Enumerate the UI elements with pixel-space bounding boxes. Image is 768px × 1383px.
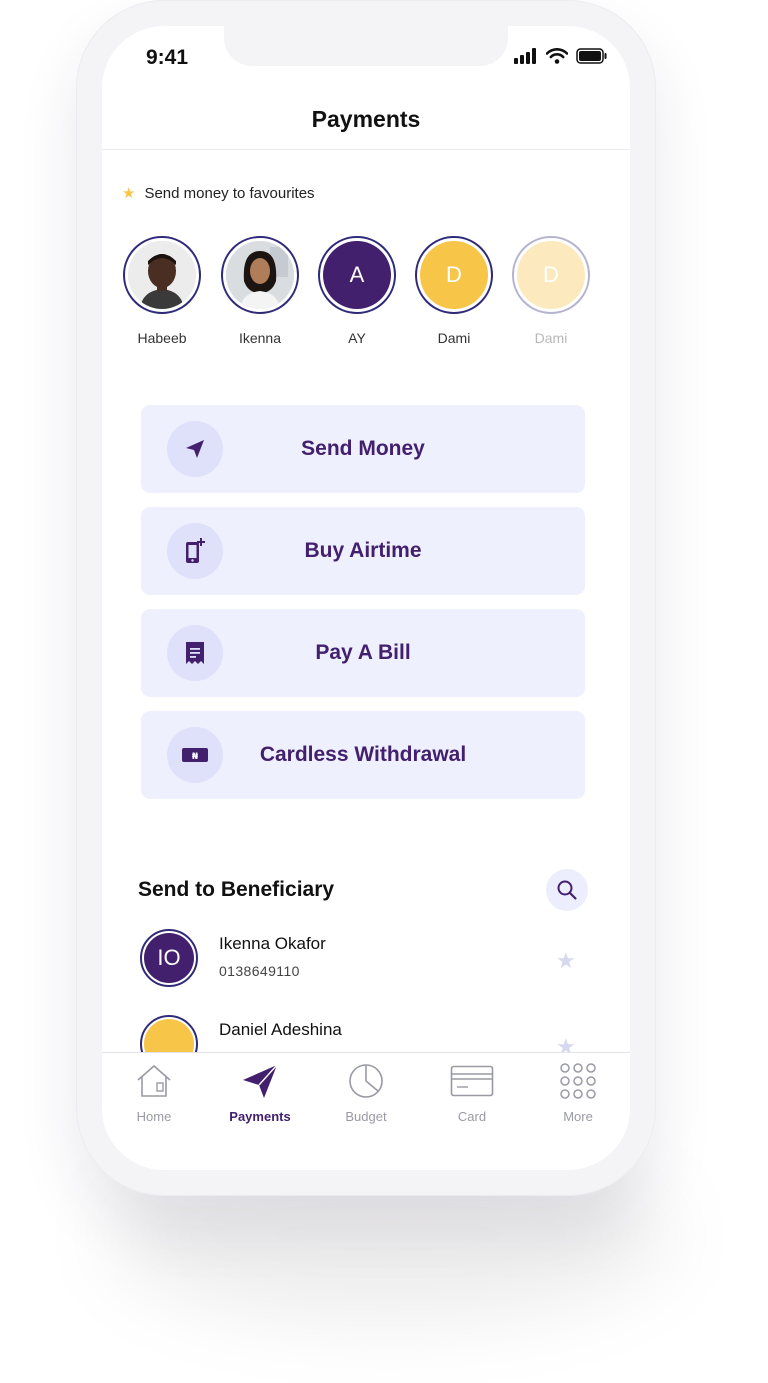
favourite-ikenna[interactable]: Ikenna [220,236,300,346]
pie-chart-icon [349,1064,383,1098]
beneficiary-account: 0138649110 [219,963,300,979]
avatar [221,236,299,314]
favourite-habeeb[interactable]: Habeeb [122,236,202,346]
favourites-label-text: Send money to favourites [144,184,315,202]
tab-payments[interactable]: Payments [216,1061,304,1124]
tab-label: Home [136,1109,172,1124]
wifi-icon [546,48,568,64]
avatar [123,236,201,314]
action-icon-wrap [167,523,223,579]
card-icon [450,1065,494,1097]
beneficiary-title: Send to Beneficiary [138,878,335,901]
header-divider [102,149,630,150]
beneficiary-name: Daniel Adeshina [219,1020,342,1039]
signal-icon [514,48,536,64]
favourite-dami[interactable]: D Dami [414,236,494,346]
notch [224,26,508,66]
favourite-dami-faded[interactable]: D Dami [511,236,591,346]
ikenna-photo [226,241,294,309]
tab-label: Card [457,1109,487,1124]
tab-budget[interactable]: Budget [322,1061,410,1124]
favourites-row[interactable]: Habeeb Ikenna A AY D Dami D Dami [122,236,630,356]
favourite-name: Dami [437,330,471,346]
action-icon-wrap [167,625,223,681]
buy-airtime-button[interactable]: Buy Airtime [141,507,585,595]
tab-bar: Home Payments Budget Card More [102,1052,630,1170]
avatar-initial: D [420,241,488,309]
svg-text:₦: ₦ [192,752,199,762]
tab-label: Budget [345,1109,387,1124]
beneficiary-name: Ikenna Okafor [219,934,326,953]
naira-card-icon: ₦ [182,748,208,762]
battery-icon [576,48,607,64]
status-time: 9:41 [146,46,189,69]
tab-home[interactable]: Home [110,1061,198,1124]
avatar: D [512,236,590,314]
avatar: D [415,236,493,314]
favourite-name: Habeeb [137,330,187,346]
grid-dots-icon [560,1063,596,1099]
cardless-withdrawal-button[interactable]: ₦ Cardless Withdrawal [141,711,585,799]
page-title: Payments [311,106,421,132]
payment-actions: Send Money Buy Airtime Pay A Bill ₦ Card… [141,405,585,813]
person-photo-icon [128,241,196,309]
pay-a-bill-button[interactable]: Pay A Bill [141,609,585,697]
tab-card[interactable]: Card [428,1061,516,1124]
action-icon-wrap: ₦ [167,727,223,783]
favourite-ay[interactable]: A AY [317,236,397,346]
favourite-name: Dami [534,330,568,346]
tab-label: Payments [229,1109,291,1124]
send-arrow-icon [186,440,204,458]
favourites-label: ★ Send money to favourites [122,184,315,203]
action-icon-wrap [167,421,223,477]
star-icon: ★ [122,185,136,202]
receipt-icon [186,642,204,664]
avatar: A [318,236,396,314]
beneficiary-row[interactable]: IO Ikenna Okafor 0138649110 ★ [140,929,590,999]
status-icons [514,48,608,64]
send-arrow-icon [243,1064,278,1098]
phone-plus-icon [186,538,205,563]
favourite-name: Ikenna [238,330,282,346]
habeeb-photo [128,241,196,309]
home-icon [137,1064,171,1097]
avatar: IO [140,929,198,987]
search-icon [557,880,577,900]
person-photo-icon [226,241,294,309]
app-screen: 9:41 Payments ★ Send money to favourites [102,26,630,1170]
tab-label: More [563,1109,593,1124]
avatar-initial: A [323,241,391,309]
favourite-name: AY [348,330,366,346]
favourite-star-icon[interactable]: ★ [556,948,576,974]
avatar-initials: IO [144,933,194,983]
tab-more[interactable]: More [534,1061,622,1124]
send-money-button[interactable]: Send Money [141,405,585,493]
avatar-initial: D [517,241,585,309]
search-button[interactable] [546,869,588,911]
